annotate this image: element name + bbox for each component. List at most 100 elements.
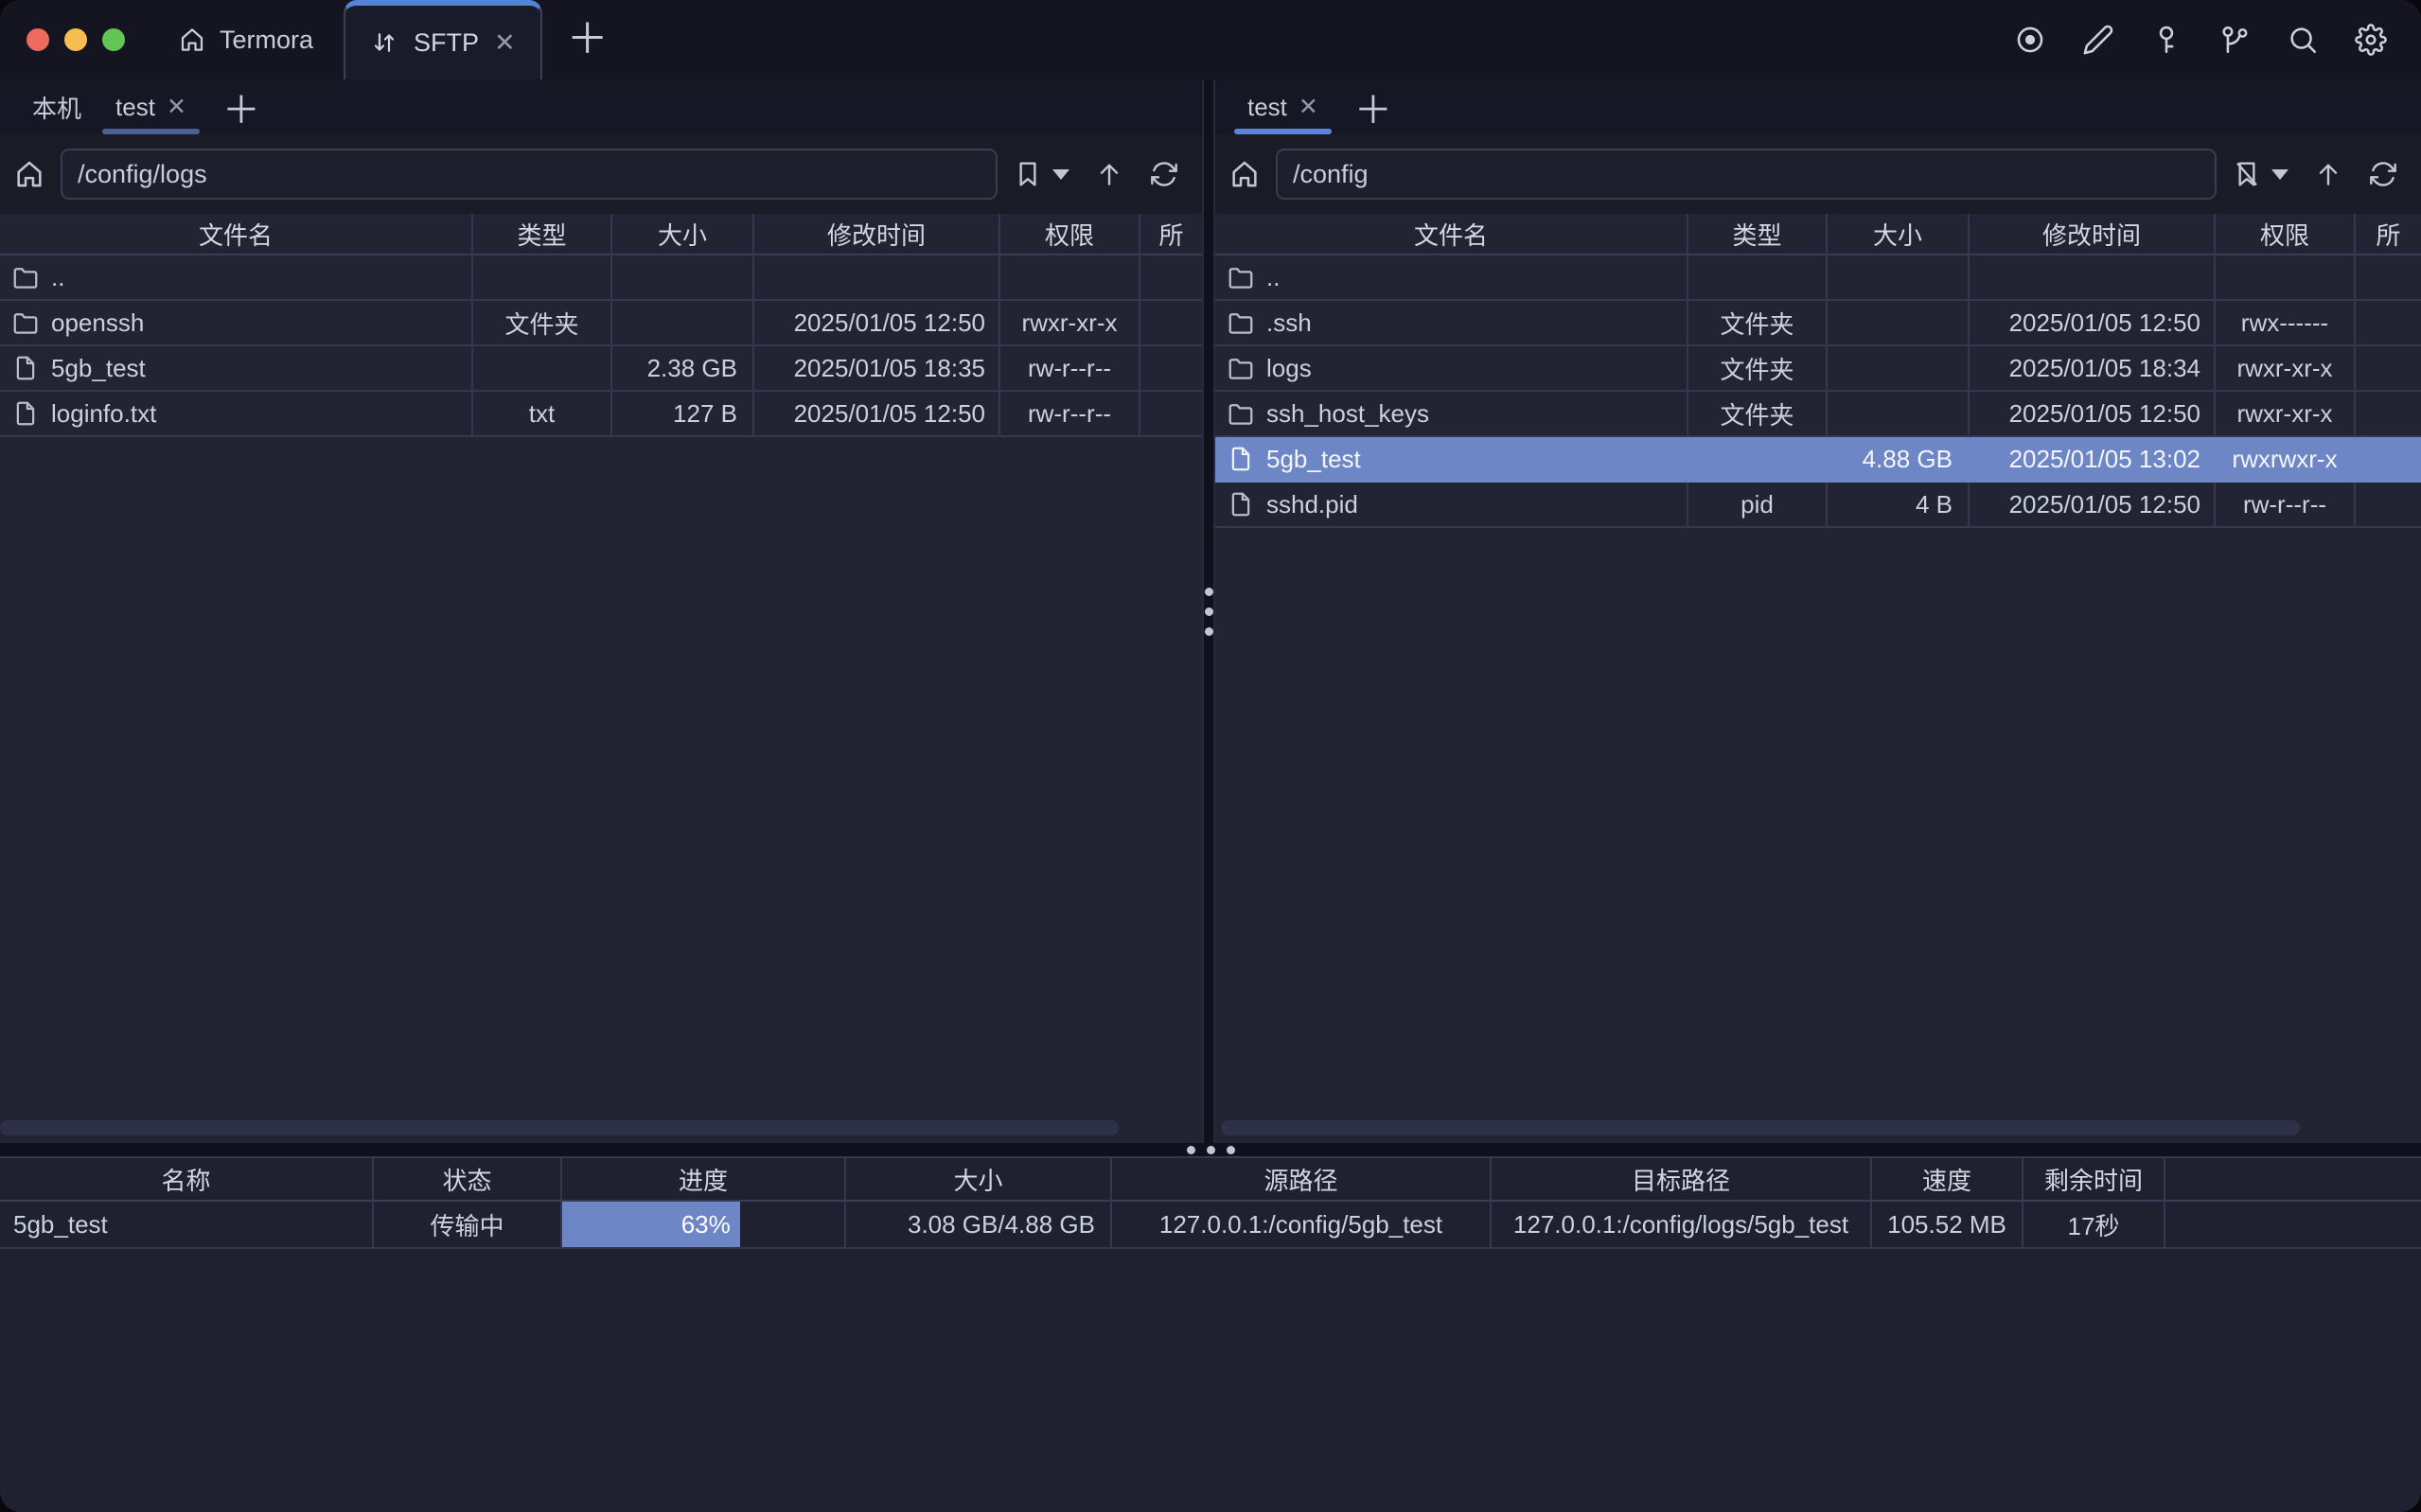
pencil-icon[interactable] (2082, 24, 2114, 56)
transfer-row[interactable]: 5gb_test 传输中 63% 3.08 GB/4.88 GB 127.0.0… (0, 1202, 2421, 1249)
table-row[interactable]: ssh_host_keys 文件夹 2025/01/05 12:50 rwxr-… (1215, 392, 2421, 437)
new-tab-button[interactable]: ＋ (542, 0, 633, 79)
file-size: 4 B (1828, 483, 1970, 528)
file-owner (2356, 483, 2421, 528)
table-row[interactable]: .. (1215, 255, 2421, 301)
vertical-splitter[interactable] (1202, 79, 1215, 1143)
table-row[interactable]: openssh 文件夹 2025/01/05 12:50 rwxr-xr-x (0, 301, 1202, 346)
file-owner (2356, 255, 2421, 301)
left-path-input[interactable] (61, 149, 998, 200)
file-owner (1140, 392, 1202, 437)
column-header-mtime[interactable]: 修改时间 (1970, 214, 2216, 255)
table-row[interactable]: 5gb_test 2.38 GB 2025/01/05 18:35 rw-r--… (0, 346, 1202, 392)
transfer-progress-cell: 63% (562, 1202, 846, 1249)
refresh-icon[interactable] (1149, 159, 1179, 189)
column-header-filename[interactable]: 文件名 (0, 214, 473, 255)
column-header-status[interactable]: 状态 (374, 1158, 562, 1202)
minimize-window-button[interactable] (64, 28, 87, 51)
up-directory-icon[interactable] (2313, 159, 2343, 189)
left-tab-local[interactable]: 本机 (15, 79, 98, 134)
app-tab-termora[interactable]: Termora (168, 0, 323, 79)
home-icon[interactable] (1228, 158, 1261, 190)
right-path-input[interactable] (1276, 149, 2217, 200)
bookmark-icon[interactable] (1013, 159, 1043, 189)
column-header-target[interactable]: 目标路径 (1492, 1158, 1872, 1202)
horizontal-scrollbar[interactable] (1221, 1120, 2300, 1135)
column-header-size[interactable]: 大小 (846, 1158, 1112, 1202)
column-header-progress[interactable]: 进度 (562, 1158, 846, 1202)
folder-icon (1227, 308, 1255, 337)
file-perm: rwxr-xr-x (2216, 346, 2356, 392)
search-icon[interactable] (2287, 24, 2319, 56)
column-header-remaining[interactable]: 剩余时间 (2023, 1158, 2165, 1202)
file-perm (1000, 255, 1140, 301)
column-header-size[interactable]: 大小 (1828, 214, 1970, 255)
transfer-source-path: 127.0.0.1:/config/5gb_test (1112, 1202, 1492, 1249)
up-directory-icon[interactable] (1094, 159, 1124, 189)
folder-icon (11, 263, 40, 291)
splitter-dot (1207, 1146, 1215, 1154)
gear-icon[interactable] (2355, 24, 2387, 56)
key-icon[interactable] (2150, 24, 2182, 56)
column-header-mtime[interactable]: 修改时间 (754, 214, 1000, 255)
file-size (1828, 255, 1970, 301)
maximize-window-button[interactable] (102, 28, 125, 51)
transfer-remaining-time: 17秒 (2023, 1202, 2165, 1249)
right-pathbar (1215, 134, 2421, 214)
close-window-button[interactable] (27, 28, 49, 51)
bookmark-off-icon[interactable] (2232, 159, 2262, 189)
file-owner (1140, 255, 1202, 301)
file-name: openssh (51, 308, 144, 338)
left-tab-local-label: 本机 (32, 90, 81, 125)
column-header-name[interactable]: 名称 (0, 1158, 374, 1202)
file-size (1828, 346, 1970, 392)
table-row[interactable]: .. (0, 255, 1202, 301)
column-header-source[interactable]: 源路径 (1112, 1158, 1492, 1202)
close-icon[interactable]: ✕ (167, 93, 186, 121)
file-type: 文件夹 (1688, 301, 1828, 346)
column-header-type[interactable]: 类型 (473, 214, 612, 255)
table-row[interactable]: sshd.pid pid 4 B 2025/01/05 12:50 rw-r--… (1215, 483, 2421, 528)
column-header-filename[interactable]: 文件名 (1215, 214, 1688, 255)
chevron-down-icon[interactable] (2271, 169, 2288, 180)
file-mtime: 2025/01/05 18:35 (754, 346, 1000, 392)
folder-icon (11, 308, 40, 337)
left-tab-test[interactable]: test ✕ (98, 79, 203, 134)
splitter-dot (1205, 607, 1213, 616)
record-icon[interactable] (2014, 24, 2046, 56)
left-new-tab-button[interactable]: ＋ (203, 79, 279, 134)
file-type: 文件夹 (1688, 346, 1828, 392)
column-header-owner[interactable]: 所 (2356, 214, 2421, 255)
column-header-perm[interactable]: 权限 (1000, 214, 1140, 255)
file-perm: rw-r--r-- (1000, 392, 1140, 437)
close-icon[interactable]: ✕ (494, 30, 516, 56)
table-row[interactable]: .ssh 文件夹 2025/01/05 12:50 rwx------ (1215, 301, 2421, 346)
close-icon[interactable]: ✕ (1299, 93, 1318, 121)
file-perm: rwxr-xr-x (2216, 392, 2356, 437)
tab-sftp[interactable]: SFTP ✕ (344, 0, 542, 79)
file-mtime: 2025/01/05 12:50 (1970, 392, 2216, 437)
left-file-table: 文件名 类型 大小 修改时间 权限 所 .. openssh (0, 214, 1202, 1143)
column-header-perm[interactable]: 权限 (2216, 214, 2356, 255)
folder-icon (1227, 354, 1255, 382)
refresh-icon[interactable] (2368, 159, 2398, 189)
column-header-owner[interactable]: 所 (1140, 214, 1202, 255)
file-type: 文件夹 (1688, 392, 1828, 437)
file-size (1828, 392, 1970, 437)
traffic-lights (0, 0, 125, 79)
home-icon[interactable] (13, 158, 45, 190)
git-branch-icon[interactable] (2218, 24, 2251, 56)
table-row[interactable]: loginfo.txt txt 127 B 2025/01/05 12:50 r… (0, 392, 1202, 437)
horizontal-splitter[interactable] (0, 1143, 2421, 1156)
table-row-selected[interactable]: 5gb_test 4.88 GB 2025/01/05 13:02 rwxrwx… (1215, 437, 2421, 483)
right-tab-test[interactable]: test ✕ (1230, 79, 1335, 134)
table-row[interactable]: logs 文件夹 2025/01/05 18:34 rwxr-xr-x (1215, 346, 2421, 392)
column-header-size[interactable]: 大小 (612, 214, 754, 255)
horizontal-scrollbar[interactable] (0, 1120, 1119, 1135)
file-icon (11, 399, 40, 428)
right-new-tab-button[interactable]: ＋ (1335, 79, 1411, 134)
chevron-down-icon[interactable] (1052, 169, 1069, 180)
file-type (473, 255, 612, 301)
column-header-type[interactable]: 类型 (1688, 214, 1828, 255)
column-header-speed[interactable]: 速度 (1872, 1158, 2023, 1202)
